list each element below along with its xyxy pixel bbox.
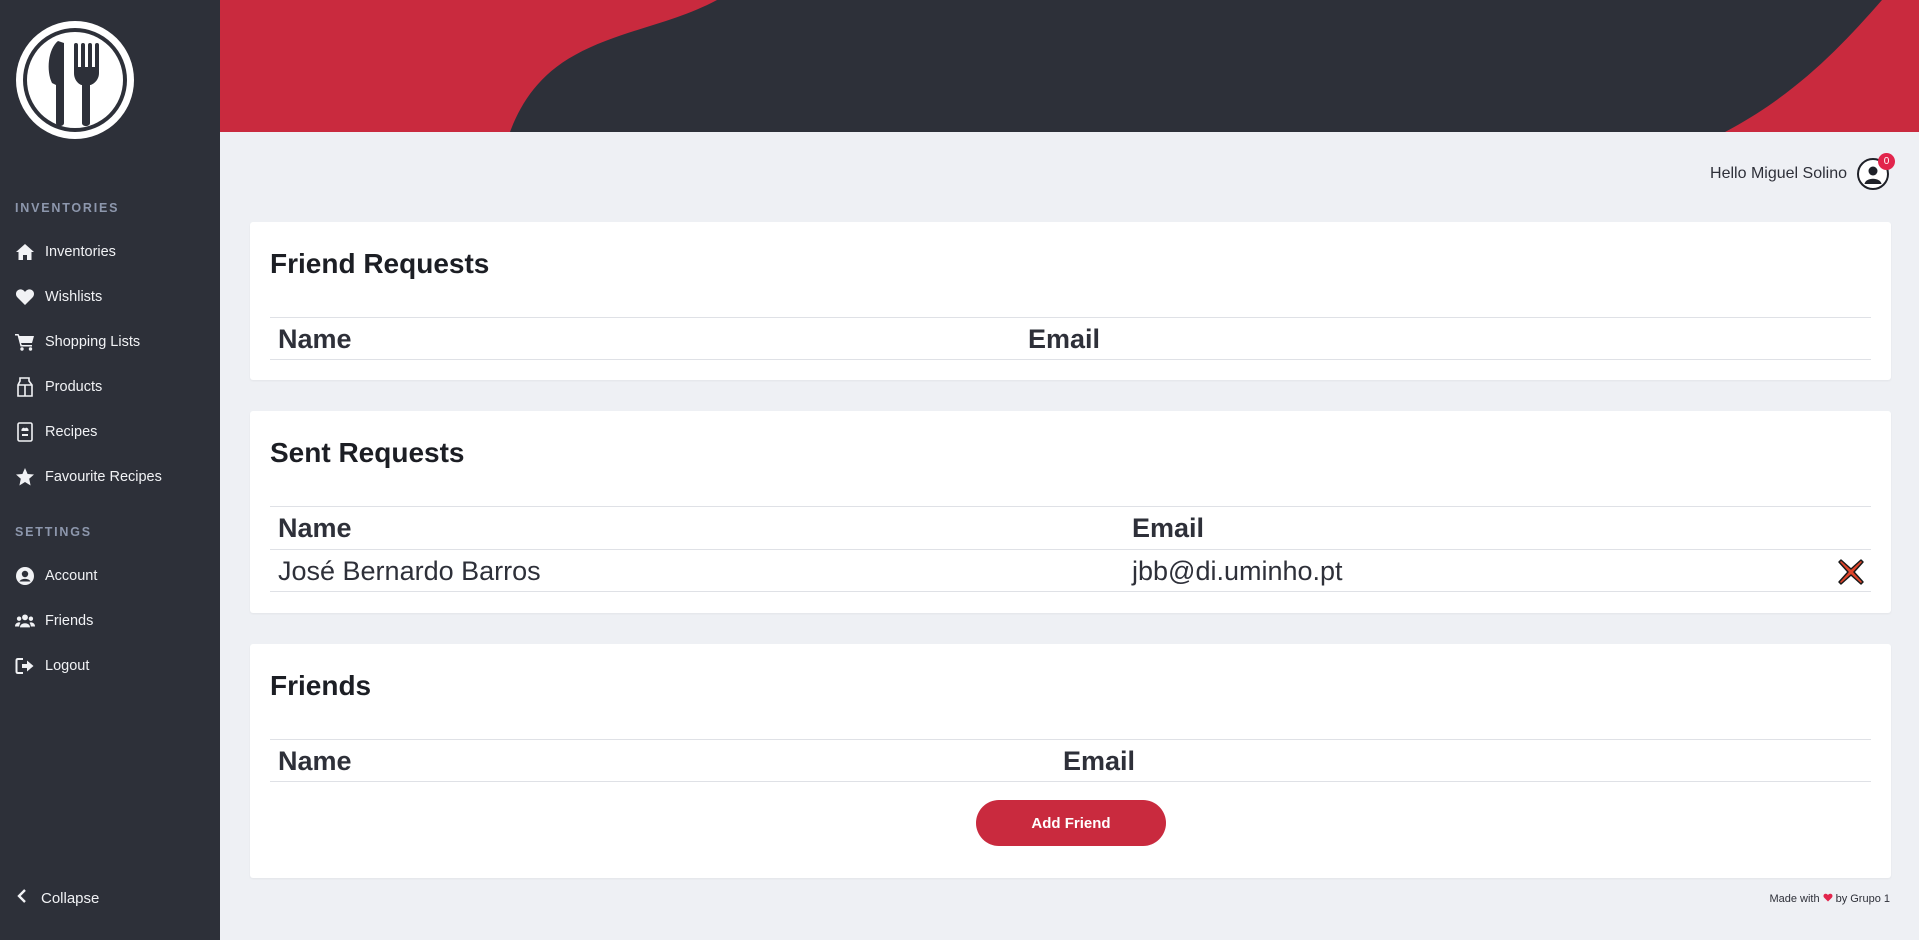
table-header-row: Name Email xyxy=(270,739,1871,782)
milk-carton-icon xyxy=(15,377,35,397)
sidebar-item-favourite-recipes[interactable]: Favourite Recipes xyxy=(0,459,220,495)
table-header-row: Name Email xyxy=(270,317,1871,360)
column-header-name: Name xyxy=(278,324,352,354)
sidebar-item-label: Favourite Recipes xyxy=(45,469,162,485)
users-icon xyxy=(15,611,35,631)
sidebar: INVENTORIES Inventories Wishlists Shoppi… xyxy=(0,0,220,940)
star-icon xyxy=(15,467,35,487)
section-title-settings: SETTINGS xyxy=(15,525,92,539)
table-row: José Bernardo Barros jbb@di.uminho.pt xyxy=(270,549,1871,592)
user-circle-icon xyxy=(15,566,35,586)
banner-wave-shape xyxy=(220,0,1919,132)
cancel-request-x-icon[interactable] xyxy=(1835,556,1867,588)
sidebar-item-products[interactable]: Products xyxy=(0,369,220,405)
friend-requests-title: Friend Requests xyxy=(270,248,490,279)
column-header-email: Email xyxy=(1063,746,1136,776)
heart-icon xyxy=(15,287,35,307)
header-banner xyxy=(220,0,1919,132)
home-icon xyxy=(15,242,35,262)
sidebar-item-label: Recipes xyxy=(45,424,98,440)
collapse-button[interactable]: Collapse xyxy=(0,880,220,916)
sidebar-item-wishlists[interactable]: Wishlists xyxy=(0,279,220,315)
friend-requests-table: Name Email xyxy=(270,317,1871,360)
sidebar-item-account[interactable]: Account xyxy=(0,558,220,594)
friend-requests-card: Friend Requests Name Email xyxy=(250,222,1891,380)
collapse-label: Collapse xyxy=(41,889,100,907)
sidebar-item-label: Products xyxy=(45,379,103,395)
sidebar-item-label: Logout xyxy=(45,658,90,674)
sidebar-item-recipes[interactable]: Recipes xyxy=(0,414,220,450)
chevron-left-icon xyxy=(17,888,27,909)
sidebar-item-inventories[interactable]: Inventories xyxy=(0,234,220,270)
add-friend-button[interactable]: Add Friend xyxy=(976,800,1166,846)
greeting-text: Hello Miguel Solino xyxy=(1710,165,1847,182)
table-header-row: Name Email xyxy=(270,506,1871,549)
fork-knife-logo-icon[interactable] xyxy=(14,19,136,141)
user-greeting: Hello Miguel Solino 0 xyxy=(1710,153,1895,190)
sidebar-item-label: Friends xyxy=(45,613,94,629)
column-header-name: Name xyxy=(278,513,352,543)
avatar[interactable]: 0 xyxy=(1857,153,1895,190)
friends-table: Name Email xyxy=(270,739,1871,782)
friends-title: Friends xyxy=(270,670,372,701)
recipe-book-icon xyxy=(15,422,35,442)
sent-requests-card: Sent Requests Name Email José Bernardo B… xyxy=(250,411,1891,613)
column-header-name: Name xyxy=(278,746,352,776)
sidebar-item-friends[interactable]: Friends xyxy=(0,603,220,639)
sent-requests-title: Sent Requests xyxy=(270,437,465,468)
column-header-email: Email xyxy=(1028,324,1101,354)
column-header-email: Email xyxy=(1132,513,1205,543)
logout-icon xyxy=(15,656,35,676)
sidebar-item-label: Inventories xyxy=(45,244,116,260)
notification-badge: 0 xyxy=(1878,153,1895,170)
heart-icon xyxy=(1823,893,1833,905)
sidebar-item-label: Account xyxy=(45,568,98,584)
sidebar-item-logout[interactable]: Logout xyxy=(0,648,220,684)
cart-icon xyxy=(15,332,35,352)
sidebar-item-label: Wishlists xyxy=(45,289,103,305)
sidebar-item-shopping-lists[interactable]: Shopping Lists xyxy=(0,324,220,360)
request-email: jbb@di.uminho.pt xyxy=(1132,556,1343,586)
section-title-inventories: INVENTORIES xyxy=(15,201,120,215)
sidebar-item-label: Shopping Lists xyxy=(45,334,141,350)
footer-by: by Grupo 1 xyxy=(1835,893,1890,905)
request-name: José Bernardo Barros xyxy=(278,556,541,586)
footer: Made with by Grupo 1 xyxy=(1769,893,1890,905)
footer-made-with: Made with xyxy=(1769,893,1820,905)
sent-requests-table: Name Email José Bernardo Barros jbb@di.u… xyxy=(270,506,1871,592)
friends-card: Friends Name Email Add Friend xyxy=(250,644,1891,878)
